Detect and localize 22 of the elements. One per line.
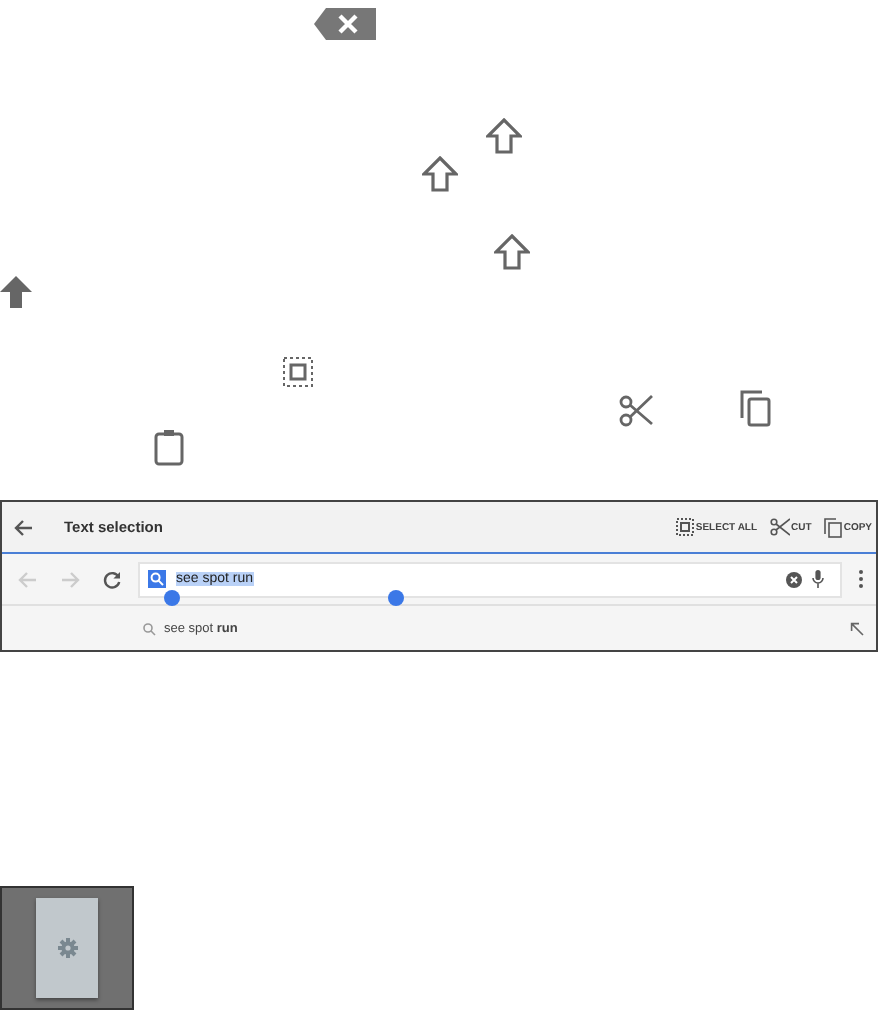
select-all-icon <box>675 518 694 536</box>
shift-icon <box>486 118 522 154</box>
clear-icon[interactable] <box>786 571 802 587</box>
selection-handle-icon[interactable] <box>388 589 404 605</box>
microphone-icon[interactable] <box>812 570 824 588</box>
backspace-icon <box>314 8 376 40</box>
scissors-icon <box>769 518 790 536</box>
up-arrow-icon <box>0 276 32 308</box>
selection-handle-icon[interactable] <box>164 589 180 605</box>
gear-icon <box>57 938 77 958</box>
reload-icon[interactable] <box>102 569 122 589</box>
shift-icon <box>422 156 458 192</box>
search-icon <box>142 621 156 635</box>
clipboard-icon <box>154 428 184 466</box>
scissors-icon <box>618 392 654 428</box>
diagonal-arrow-icon[interactable] <box>850 621 864 635</box>
select-all-icon <box>282 356 314 388</box>
copy-icon <box>823 517 842 537</box>
menu-icon[interactable] <box>858 570 864 588</box>
copy-icon <box>740 390 772 428</box>
shift-icon <box>494 234 530 270</box>
back-arrow-icon[interactable] <box>14 517 34 537</box>
